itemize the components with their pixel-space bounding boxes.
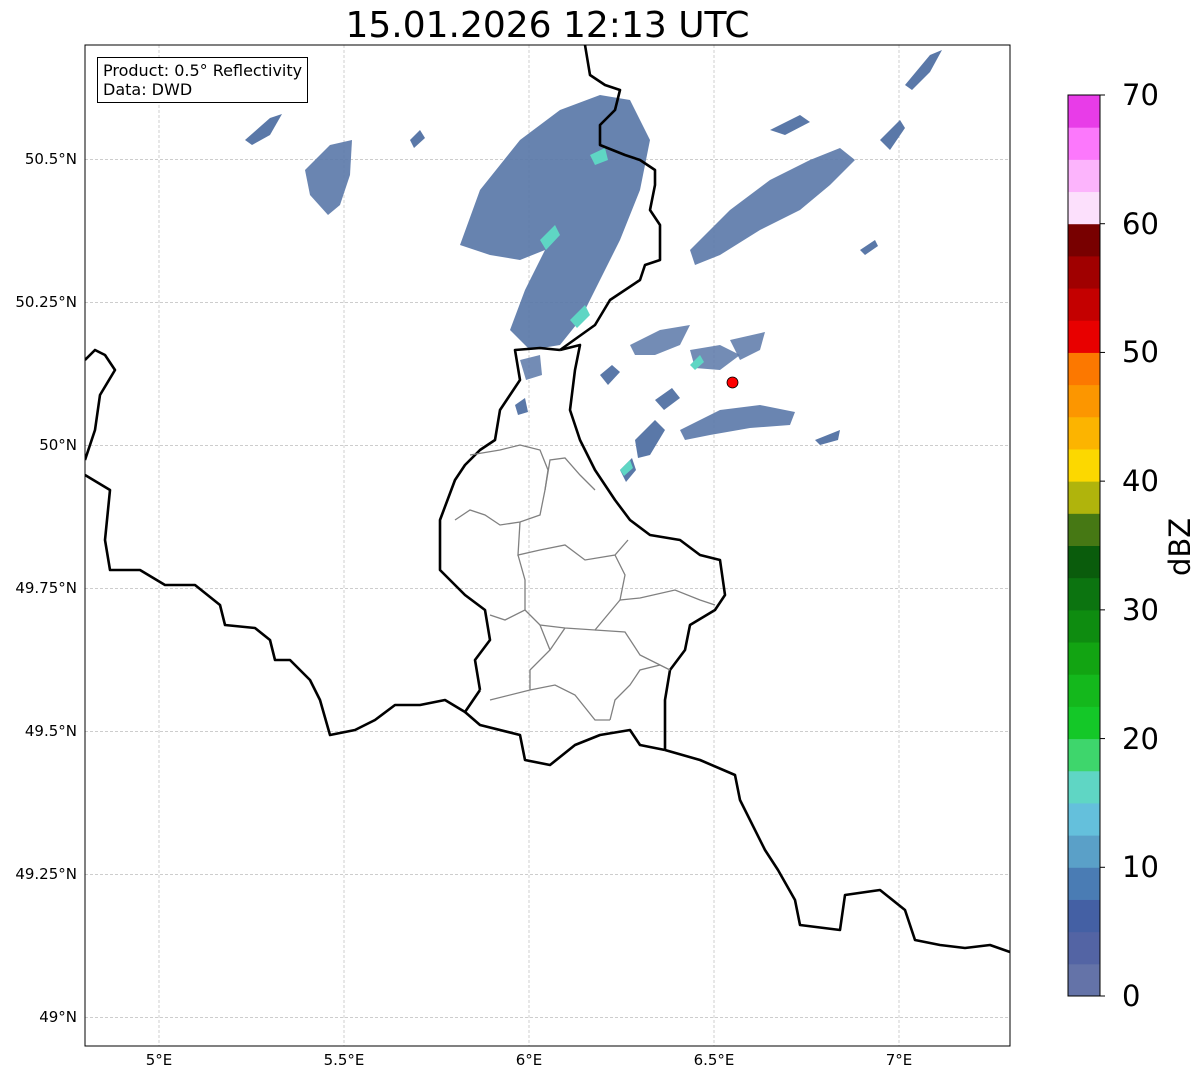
echo-cluster-center bbox=[630, 325, 690, 355]
lon-tick-label: 7°E bbox=[885, 1051, 913, 1069]
lat-tick-label: 49.75°N bbox=[15, 579, 77, 598]
colorbar-swatch bbox=[1068, 899, 1100, 933]
colorbar-swatch bbox=[1068, 320, 1100, 353]
colorbar-swatch bbox=[1068, 352, 1100, 386]
border-de-fr bbox=[664, 748, 1010, 954]
colorbar-swatch bbox=[1068, 674, 1100, 707]
colorbar-tick-label: 20 bbox=[1122, 721, 1159, 756]
echo-cell-1 bbox=[245, 114, 282, 145]
colorbar-swatch bbox=[1068, 191, 1100, 225]
colorbar-swatch bbox=[1068, 642, 1100, 675]
colorbar-swatch bbox=[1068, 835, 1100, 868]
radar-site-marker bbox=[726, 376, 739, 389]
echo-band-north bbox=[460, 95, 650, 350]
echo-line-south bbox=[680, 405, 795, 440]
lat-tick-label: 49°N bbox=[39, 1008, 77, 1027]
echo-cell-s4 bbox=[815, 430, 840, 445]
echo-cluster-south1 bbox=[655, 388, 680, 410]
colorbar-swatch bbox=[1068, 931, 1100, 965]
colorbar-swatch bbox=[1068, 255, 1100, 289]
echo-band-west-small bbox=[305, 140, 352, 215]
lon-tick-label: 5.5°E bbox=[323, 1051, 365, 1069]
colorbar bbox=[1067, 94, 1105, 997]
colorbar-swatch bbox=[1068, 513, 1100, 546]
echo-cell-ne bbox=[905, 50, 942, 90]
colorbar-swatch bbox=[1068, 95, 1100, 128]
lu-cantons bbox=[454, 444, 716, 721]
echo-cell-s6 bbox=[600, 365, 620, 385]
border-lu-east bbox=[559, 343, 727, 750]
colorbar-swatch bbox=[1068, 577, 1100, 611]
colorbar-swatch bbox=[1068, 416, 1100, 450]
lat-tick-label: 50.25°N bbox=[15, 293, 77, 312]
border-be-nl bbox=[85, 348, 117, 461]
colorbar-tick-label: 40 bbox=[1122, 464, 1159, 499]
echo-cell-s5 bbox=[860, 240, 878, 255]
colorbar-swatch bbox=[1068, 159, 1100, 193]
data-source-label: Data: DWD bbox=[103, 80, 193, 99]
colorbar-swatch bbox=[1068, 481, 1100, 514]
colorbar-swatch bbox=[1068, 738, 1100, 772]
colorbar-tick-label: 70 bbox=[1122, 78, 1159, 112]
colorbar-tick-label: 0 bbox=[1122, 979, 1141, 1013]
colorbar-tick-label: 50 bbox=[1122, 335, 1159, 370]
lon-tick-label: 6.5°E bbox=[693, 1051, 735, 1069]
border-lu-west bbox=[438, 346, 561, 691]
colorbar-swatch bbox=[1068, 223, 1100, 257]
colorbar-swatch bbox=[1068, 288, 1100, 321]
echo-cluster-south2 bbox=[635, 420, 665, 458]
colorbar-swatch bbox=[1068, 545, 1100, 579]
colorbar-tick-label: 60 bbox=[1122, 206, 1159, 241]
radar-echoes bbox=[245, 50, 942, 482]
echo-band-east bbox=[690, 148, 855, 265]
colorbar-swatch bbox=[1068, 802, 1100, 836]
echo-cell-2 bbox=[410, 130, 425, 148]
colorbar-swatch bbox=[1068, 448, 1100, 482]
lon-tick-label: 5°E bbox=[145, 1051, 173, 1069]
colorbar-label: dBZ bbox=[1163, 517, 1197, 576]
lat-tick-label: 49.5°N bbox=[24, 722, 77, 741]
border-lu-fr bbox=[464, 711, 666, 767]
colorbar-swatch bbox=[1068, 963, 1100, 997]
lat-tick-label: 49.25°N bbox=[15, 865, 77, 884]
colorbar-tick-label: 30 bbox=[1122, 592, 1159, 627]
colorbar-swatch bbox=[1068, 384, 1100, 418]
echo-cell-s7 bbox=[515, 398, 528, 415]
product-label: Product: 0.5° Reflectivity bbox=[103, 61, 303, 80]
lon-tick-label: 6°E bbox=[515, 1051, 543, 1069]
lat-tick-label: 50°N bbox=[39, 436, 77, 455]
echo-cell-s8 bbox=[520, 355, 542, 380]
border-be-fr bbox=[85, 473, 482, 737]
colorbar-swatch bbox=[1068, 127, 1100, 160]
lat-tick-label: 50.5°N bbox=[24, 150, 77, 169]
colorbar-tick-label: 10 bbox=[1122, 850, 1159, 885]
echo-line-upper bbox=[770, 115, 810, 135]
colorbar-swatch bbox=[1068, 867, 1100, 900]
radar-map bbox=[84, 44, 1105, 1047]
product-info-box: Product: 0.5° Reflectivity Data: DWD bbox=[97, 57, 309, 103]
echo-band-northeast bbox=[880, 120, 905, 150]
colorbar-swatch bbox=[1068, 770, 1100, 804]
colorbar-swatch bbox=[1068, 706, 1100, 740]
colorbar-swatch bbox=[1068, 609, 1100, 643]
